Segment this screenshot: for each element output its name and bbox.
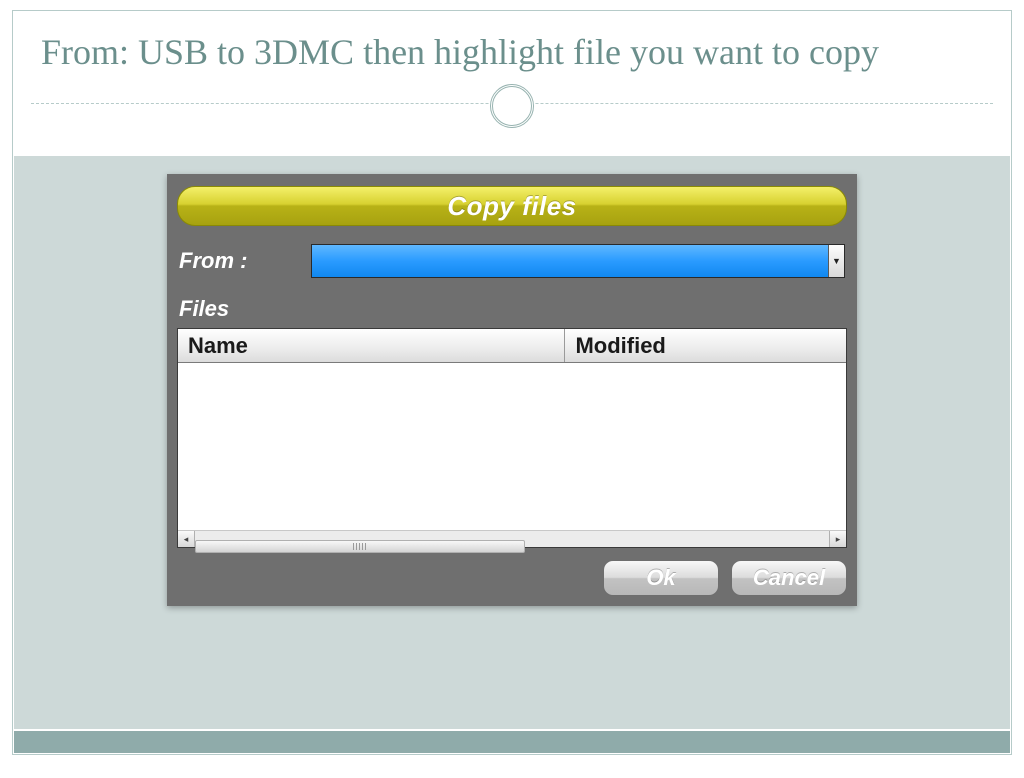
from-label: From : [179,248,289,274]
slide-header: From: USB to 3DMC then highlight file yo… [13,11,1011,84]
copy-files-dialog: Copy files From : ▼ Files Name Modified … [167,174,857,606]
column-header-modified[interactable]: Modified [565,329,846,362]
files-table: Name Modified ◂ ▸ [177,328,847,548]
files-table-header: Name Modified [178,329,846,363]
from-dropdown-value[interactable] [312,245,828,277]
slide-body: Copy files From : ▼ Files Name Modified … [14,156,1010,729]
slide-divider [13,89,1011,119]
scroll-left-icon[interactable]: ◂ [178,531,195,547]
column-header-name[interactable]: Name [178,329,565,362]
slide-frame: From: USB to 3DMC then highlight file yo… [12,10,1012,755]
scroll-thumb[interactable] [195,540,525,553]
divider-circle-icon [490,84,534,128]
slide-footer-bar [14,731,1010,753]
slide-title: From: USB to 3DMC then highlight file yo… [41,31,983,74]
scroll-right-icon[interactable]: ▸ [829,531,846,547]
from-dropdown[interactable]: ▼ [311,244,845,278]
chevron-down-icon[interactable]: ▼ [828,245,844,277]
horizontal-scrollbar[interactable]: ◂ ▸ [178,530,846,547]
cancel-button[interactable]: Cancel [731,560,847,596]
ok-button[interactable]: Ok [603,560,719,596]
from-row: From : ▼ [179,244,845,278]
dialog-button-row: Ok Cancel [177,560,847,596]
grip-icon [353,543,367,550]
files-label: Files [179,296,845,322]
files-table-body[interactable] [178,363,846,530]
dialog-title: Copy files [177,186,847,226]
